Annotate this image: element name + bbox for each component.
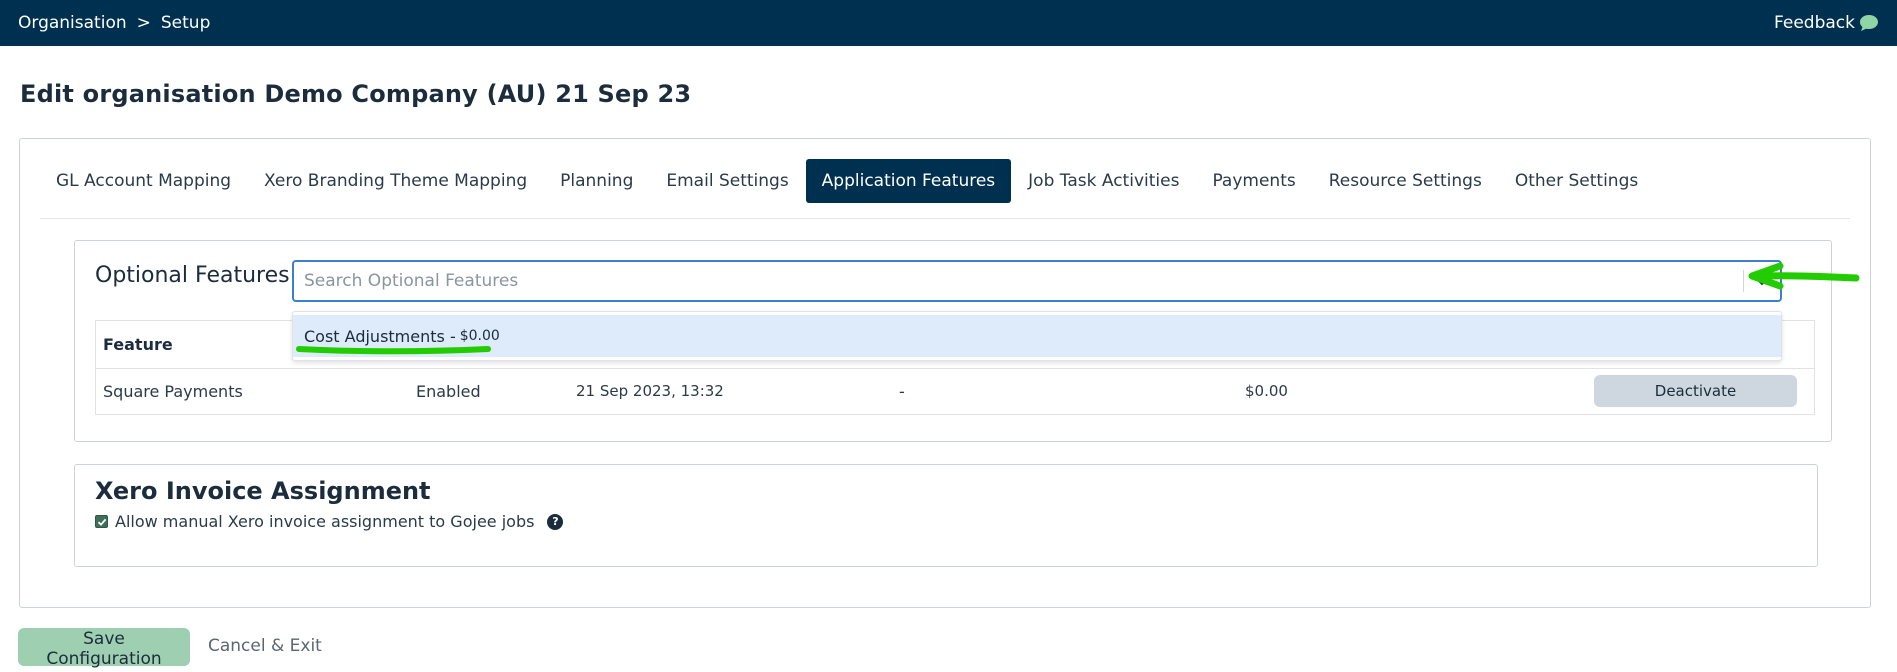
search-dropdown-menu: Cost Adjustments - $0.00 <box>292 311 1782 361</box>
breadcrumb-separator: > <box>136 13 151 33</box>
tab-xero-branding-theme-mapping[interactable]: Xero Branding Theme Mapping <box>248 159 543 203</box>
help-icon[interactable]: ? <box>547 513 564 530</box>
option-price: $0.00 <box>459 328 500 344</box>
xero-invoice-option: Allow manual Xero invoice assignment to … <box>95 512 564 531</box>
tab-bar: GL Account Mapping Xero Branding Theme M… <box>40 159 1850 219</box>
breadcrumb: Organisation > Setup <box>18 13 210 33</box>
search-input[interactable] <box>294 262 1743 300</box>
manual-assignment-label: Allow manual Xero invoice assignment to … <box>115 512 535 531</box>
feedback-button[interactable]: Feedback <box>1774 13 1879 33</box>
tab-gl-account-mapping[interactable]: GL Account Mapping <box>40 159 247 203</box>
tab-email-settings[interactable]: Email Settings <box>650 159 804 203</box>
feature-status: Enabled <box>416 382 481 401</box>
feature-name: Square Payments <box>103 382 243 401</box>
table-row: Square Payments Enabled 21 Sep 2023, 13:… <box>96 369 1814 415</box>
xero-invoice-panel: Xero Invoice Assignment Allow manual Xer… <box>74 464 1818 567</box>
breadcrumb-setup: Setup <box>160 13 211 33</box>
page-title: Edit organisation Demo Company (AU) 21 S… <box>20 80 692 108</box>
chevron-down-icon[interactable] <box>1744 262 1780 300</box>
top-bar: Organisation > Setup Feedback <box>0 0 1897 46</box>
feature-dash: - <box>899 382 905 401</box>
tab-other-settings[interactable]: Other Settings <box>1499 159 1654 203</box>
header-feature: Feature <box>103 335 173 354</box>
settings-card: GL Account Mapping Xero Branding Theme M… <box>19 138 1871 608</box>
dropdown-option-cost-adjustments[interactable]: Cost Adjustments - $0.00 <box>293 315 1781 357</box>
optional-features-title: Optional Features <box>95 263 290 288</box>
optional-features-search[interactable] <box>292 260 1782 302</box>
breadcrumb-organisation[interactable]: Organisation <box>18 13 127 33</box>
option-name: Cost Adjustments - <box>304 326 456 346</box>
checkmark-icon <box>97 518 106 526</box>
feedback-label: Feedback <box>1774 13 1855 33</box>
xero-invoice-title: Xero Invoice Assignment <box>95 477 431 505</box>
feature-price: $0.00 <box>1245 382 1288 400</box>
tab-planning[interactable]: Planning <box>544 159 649 203</box>
manual-assignment-checkbox[interactable] <box>95 515 108 528</box>
feature-date: 21 Sep 2023, 13:32 <box>576 382 724 400</box>
save-configuration-button[interactable]: Save Configuration <box>18 628 190 669</box>
cancel-exit-link[interactable]: Cancel & Exit <box>208 636 322 656</box>
speech-bubble-icon <box>1860 15 1878 31</box>
tab-job-task-activities[interactable]: Job Task Activities <box>1012 159 1195 203</box>
tab-resource-settings[interactable]: Resource Settings <box>1313 159 1498 203</box>
tab-application-features[interactable]: Application Features <box>805 159 1012 203</box>
deactivate-button[interactable]: Deactivate <box>1594 375 1797 407</box>
tab-payments[interactable]: Payments <box>1196 159 1311 203</box>
